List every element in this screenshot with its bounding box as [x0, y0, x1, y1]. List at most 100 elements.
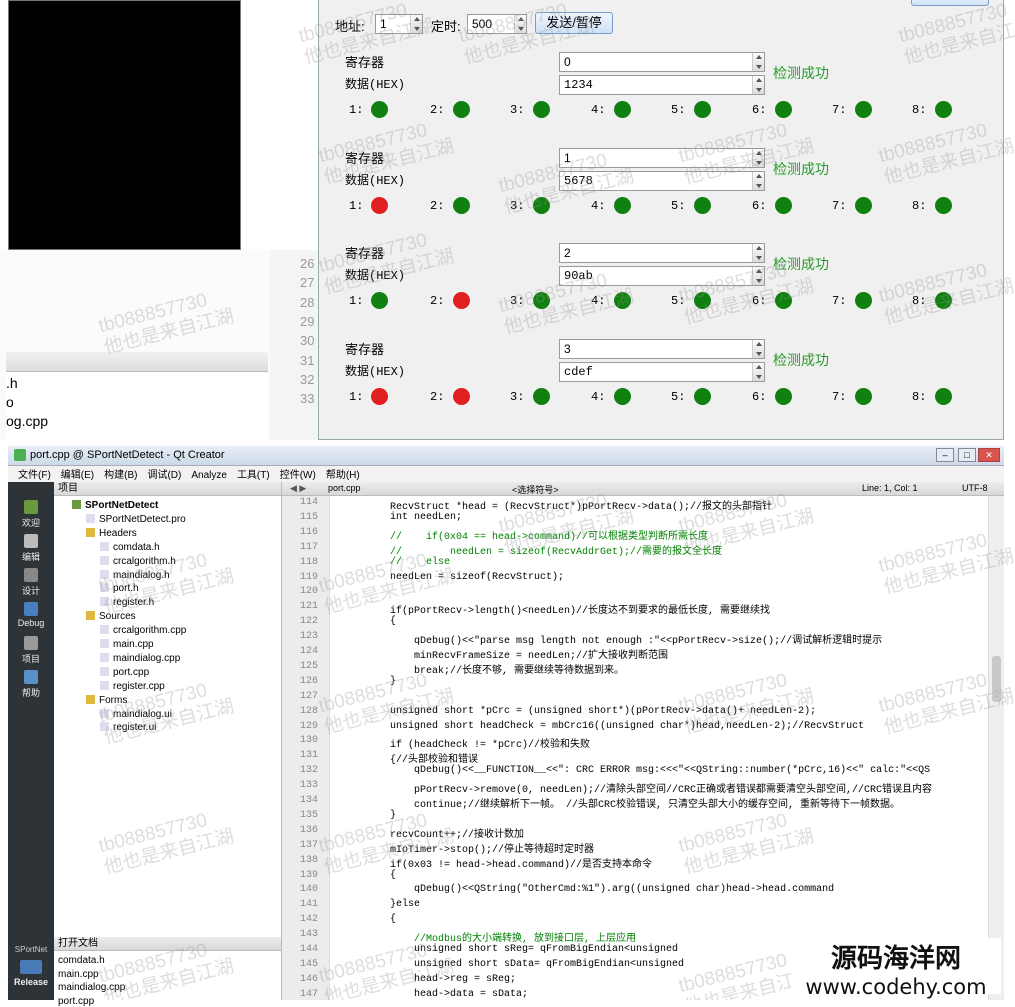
send-pause-button[interactable]: 发送/暂停 [535, 12, 613, 34]
open-documents-title: 打开文档 [58, 938, 98, 949]
data-hex-spinbox[interactable]: cdef [559, 361, 765, 382]
mode-5[interactable]: 帮助 [8, 670, 54, 699]
tree-item[interactable]: register.ui [100, 722, 156, 733]
register-spin-arrows-icon[interactable] [752, 53, 764, 71]
data-hex-spinbox[interactable]: 90ab [559, 266, 765, 286]
mode-2[interactable]: 设计 [8, 568, 54, 597]
register-spin-arrows-icon[interactable] [752, 339, 764, 358]
led-label: 8: [912, 389, 927, 404]
file-icon [100, 541, 109, 551]
timer-value: 500 [472, 17, 493, 31]
close-icon[interactable]: ✕ [978, 448, 1000, 462]
code-line: 140 qDebug()<<QString("OtherCmd:%1").arg… [282, 884, 988, 897]
open-document-item[interactable]: main.cpp [58, 969, 99, 980]
register-spin-arrows-icon[interactable] [752, 244, 764, 262]
tree-item[interactable]: comdata.h [100, 541, 160, 553]
led-label: 6: [752, 198, 767, 213]
line-number: 124 [299, 646, 318, 657]
background-file-item[interactable]: og.cpp [6, 413, 48, 429]
register-spin-arrows-icon[interactable] [752, 148, 764, 167]
background-line-number: 33 [300, 391, 315, 407]
tree-item[interactable]: maindialog.h [100, 569, 170, 581]
site-logo-name: 源码海洋网 [830, 944, 961, 974]
mode-0[interactable]: 欢迎 [8, 500, 54, 529]
tree-item[interactable]: Forms [86, 694, 127, 706]
tree-item[interactable]: Headers [86, 527, 137, 539]
register-spinbox[interactable]: 0 [559, 52, 765, 72]
tree-item[interactable]: SPortNetDetect.pro [86, 513, 186, 525]
minimize-icon[interactable]: – [936, 448, 954, 462]
menu-item[interactable]: 构建(B) [104, 470, 137, 481]
code-text: head->reg = sReg; [390, 973, 517, 985]
data-hex-spinbox[interactable]: 1234 [559, 75, 765, 95]
led-label: 5: [671, 389, 686, 404]
register-spinbox[interactable]: 3 [559, 338, 765, 359]
led-indicator-1 [371, 196, 388, 214]
menu-item[interactable]: 工具(T) [237, 470, 270, 481]
code-text: if (headCheck != *pCrc)//校验和失败 [390, 740, 591, 752]
timer-spinbox[interactable]: 500 [467, 14, 527, 34]
editor-tab[interactable]: port.cpp [328, 483, 361, 493]
open-document-item[interactable]: comdata.h [58, 955, 105, 966]
tree-item[interactable]: maindialog.ui [100, 708, 172, 720]
scrollbar-thumb[interactable] [992, 656, 1001, 702]
data-hex-value: 90ab [564, 269, 593, 283]
mode-4[interactable]: 项目 [8, 636, 54, 665]
register-spinbox[interactable]: 2 [559, 243, 765, 263]
tree-item[interactable]: main.cpp [100, 639, 154, 650]
led-label: 4: [591, 389, 606, 404]
monitor-icon[interactable] [20, 960, 42, 974]
background-file-item[interactable]: .h [6, 375, 18, 391]
tree-item[interactable]: port.h [100, 583, 139, 594]
menu-item[interactable]: 控件(W) [280, 470, 316, 481]
top-right-button[interactable] [911, 0, 989, 6]
menu-item[interactable]: 编辑(E) [61, 470, 94, 481]
menu-item[interactable]: Analyze [191, 470, 227, 481]
background-file-item[interactable]: o [6, 394, 14, 410]
release-label[interactable]: Release [8, 977, 54, 987]
symbol-combo[interactable]: <选择符号> [512, 483, 559, 496]
mode-label: 欢迎 [21, 518, 40, 528]
open-document-item[interactable]: maindialog.cpp [58, 982, 125, 993]
data-hex-spin-arrows-icon[interactable] [752, 76, 764, 94]
menu-item[interactable]: 调试(D) [147, 470, 181, 481]
tree-item[interactable]: register.h [100, 597, 154, 608]
mode-3[interactable]: Debug [8, 602, 54, 628]
data-hex-spin-arrows-icon[interactable] [752, 362, 764, 381]
kit-label[interactable]: SPortNet [8, 945, 54, 954]
data-hex-label: 数据(HEX) [345, 269, 406, 283]
code-line: 126} [282, 676, 988, 689]
nav-back-forward-icon[interactable]: ◀ ▶ [290, 483, 306, 494]
led-indicator-5 [694, 292, 711, 309]
file-icon [100, 625, 109, 635]
timer-spin-arrows-icon[interactable] [514, 15, 526, 33]
tree-item[interactable]: maindialog.cpp [100, 652, 180, 664]
data-hex-spin-arrows-icon[interactable] [752, 171, 764, 190]
tree-item[interactable]: Sources [86, 611, 136, 622]
data-hex-spin-arrows-icon[interactable] [752, 267, 764, 285]
tree-item-label: comdata.h [113, 541, 160, 553]
tree-item[interactable]: SPortNetDetect [72, 500, 158, 511]
menu-item[interactable]: 帮助(H) [326, 470, 360, 481]
led-indicator-6 [775, 196, 792, 214]
register-spinbox[interactable]: 1 [559, 147, 765, 168]
mode-1[interactable]: 编辑 [8, 534, 54, 563]
address-spinbox[interactable]: 1 [375, 14, 423, 34]
led-label: 4: [591, 103, 606, 117]
maximize-icon[interactable]: □ [958, 448, 976, 462]
tree-item-label: maindialog.ui [113, 708, 172, 720]
data-hex-spinbox[interactable]: 5678 [559, 170, 765, 191]
open-document-item[interactable]: port.cpp [58, 996, 94, 1007]
tree-item[interactable]: register.cpp [100, 680, 165, 692]
tree-item[interactable]: port.cpp [100, 666, 149, 678]
led-label: 5: [671, 294, 686, 308]
timer-label: 定时: [431, 19, 461, 34]
tree-item[interactable]: crcalgorithm.h [100, 555, 176, 567]
led-label: 8: [912, 198, 927, 213]
led-indicator-4 [614, 196, 631, 214]
editor-scrollbar[interactable] [988, 496, 1004, 1000]
menu-item[interactable]: 文件(F) [18, 470, 51, 481]
address-spin-arrows-icon[interactable] [410, 15, 422, 33]
tree-item[interactable]: crcalgorithm.cpp [100, 625, 186, 636]
led-label: 3: [510, 294, 525, 308]
